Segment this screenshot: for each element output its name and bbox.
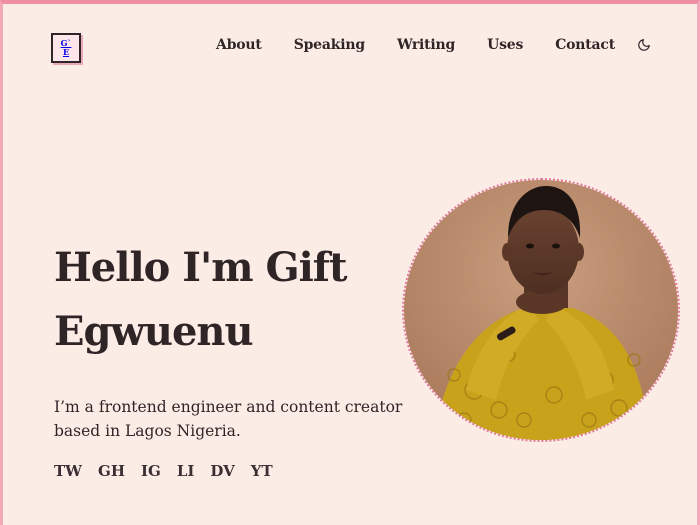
social-twitter[interactable]: TW	[54, 462, 82, 480]
moon-icon[interactable]	[637, 38, 651, 52]
social-github[interactable]: GH	[98, 462, 125, 480]
nav-uses[interactable]: Uses	[487, 37, 523, 53]
hero-title: Hello I'm Gift Egwuenu	[54, 244, 347, 355]
profile-photo	[402, 178, 680, 442]
site-logo[interactable]: G` E	[51, 33, 81, 63]
nav-about[interactable]: About	[216, 37, 262, 53]
logo-letter-bottom: E	[62, 47, 70, 57]
social-devto[interactable]: DV	[210, 462, 234, 480]
main-nav: About Speaking Writing Uses Contact	[216, 37, 651, 53]
social-links: TW GH IG LI DV YT	[54, 462, 289, 480]
social-instagram[interactable]: IG	[141, 462, 161, 480]
profile-photo-illustration	[404, 180, 678, 440]
nav-writing[interactable]: Writing	[397, 37, 455, 53]
nav-speaking[interactable]: Speaking	[294, 37, 365, 53]
social-youtube[interactable]: YT	[251, 462, 273, 480]
nav-contact[interactable]: Contact	[555, 37, 615, 53]
hero-intro: I’m a frontend engineer and content crea…	[54, 398, 403, 440]
social-linkedin[interactable]: LI	[177, 462, 195, 480]
